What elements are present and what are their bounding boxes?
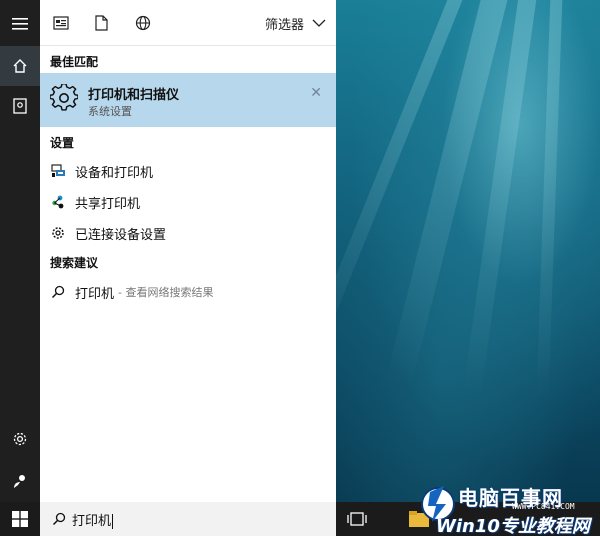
- settings-gear-icon[interactable]: [0, 419, 40, 459]
- suggestions-heading: 搜索建议: [50, 256, 99, 270]
- suggestion-hint: - 查看网络搜索结果: [118, 286, 214, 299]
- windows-logo-icon: [12, 511, 28, 527]
- settings-heading: 设置: [50, 136, 75, 150]
- settings-item-connected-devices[interactable]: 已连接设备设置: [40, 219, 336, 247]
- best-match-heading: 最佳匹配: [50, 55, 99, 69]
- best-match-subtitle: 系统设置: [88, 105, 132, 118]
- settings-item-shared-printer[interactable]: 共享打印机: [40, 188, 336, 216]
- apps-icon[interactable]: [52, 14, 70, 32]
- suggestion-label: 打印机: [75, 286, 115, 302]
- close-icon[interactable]: ✕: [310, 85, 322, 101]
- filter-bar: 筛选器: [40, 0, 336, 46]
- chevron-down-icon: [312, 19, 326, 27]
- suggestion-item[interactable]: 打印机 - 查看网络搜索结果: [40, 278, 336, 306]
- home-icon[interactable]: [0, 46, 40, 86]
- notebook-icon[interactable]: [0, 86, 40, 126]
- start-left-rail: [0, 0, 40, 502]
- search-icon: [50, 284, 66, 300]
- light-ray: [536, 0, 563, 400]
- filter-dropdown[interactable]: 筛选器: [265, 13, 326, 33]
- gear-icon: [50, 84, 78, 111]
- devices-printer-icon: [50, 163, 66, 179]
- search-icon: [52, 512, 66, 526]
- start-button[interactable]: [0, 502, 40, 536]
- best-match-result[interactable]: 打印机和扫描仪 系统设置 ✕: [40, 73, 336, 127]
- watermark-url: WWW.PC841.COM: [512, 502, 575, 511]
- search-input[interactable]: 打印机: [72, 510, 114, 529]
- settings-item-devices-printers[interactable]: 设备和打印机: [40, 157, 336, 185]
- watermark: 电脑百事网 WWW.PC841.COM Win10专业教程网: [416, 474, 600, 536]
- task-view-icon[interactable]: [346, 510, 368, 528]
- settings-item-label: 设备和打印机: [75, 165, 154, 181]
- text-caret: [112, 513, 114, 529]
- gear-icon: [50, 225, 66, 241]
- hamburger-menu-icon[interactable]: [0, 4, 40, 44]
- search-results-panel: 筛选器 最佳匹配 打印机和扫描仪 系统设置 ✕ 设置 设备和打印机 共享打印机 …: [40, 0, 336, 502]
- taskbar-search-box[interactable]: 打印机: [40, 502, 336, 536]
- watermark-subtitle: Win10专业教程网: [436, 516, 590, 536]
- feedback-icon[interactable]: [0, 461, 40, 501]
- settings-item-label: 共享打印机: [75, 196, 141, 212]
- share-network-icon: [50, 194, 66, 210]
- filter-dropdown-label: 筛选器: [264, 17, 304, 33]
- best-match-title: 打印机和扫描仪: [88, 88, 180, 103]
- search-query: 打印机: [72, 513, 112, 529]
- settings-item-label: 已连接设备设置: [75, 227, 167, 243]
- document-icon[interactable]: [92, 14, 110, 32]
- desktop-wallpaper: [336, 0, 600, 502]
- web-globe-icon[interactable]: [134, 14, 152, 32]
